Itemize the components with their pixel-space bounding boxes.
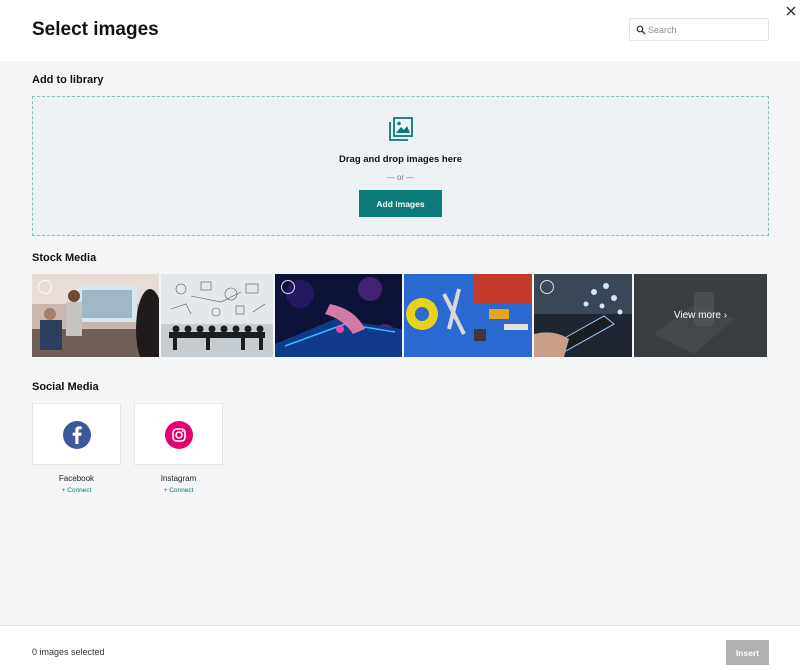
facebook-label: Facebook: [58, 474, 95, 483]
instagram-icon: [165, 421, 193, 449]
facebook-icon: [63, 421, 91, 449]
library-section-title: Add to library: [32, 74, 104, 86]
tools-photo: [404, 274, 532, 357]
insert-button[interactable]: Insert: [726, 640, 769, 665]
search-icon: [636, 25, 646, 35]
search-box[interactable]: [629, 18, 769, 41]
stock-image-tools[interactable]: [404, 274, 532, 357]
or-separator: — or —: [386, 173, 415, 182]
stock-image-meeting[interactable]: [32, 274, 159, 357]
instagram-connect-link[interactable]: + Connect: [134, 487, 223, 494]
footer: 0 images selected Insert: [0, 625, 800, 670]
stock-image-digital[interactable]: [275, 274, 402, 357]
stock-section-title: Stock Media: [32, 252, 97, 264]
instagram-label: Instagram: [160, 474, 197, 483]
search-input[interactable]: [648, 21, 766, 38]
page-title: Select images: [32, 19, 159, 40]
view-more-tile[interactable]: View more ›: [634, 274, 767, 357]
header: Select images: [0, 0, 800, 61]
drop-instructions: Drag and drop images here: [338, 154, 462, 165]
social-section-title: Social Media: [32, 381, 99, 393]
select-circle[interactable]: [540, 280, 554, 294]
add-images-button[interactable]: Add images: [359, 190, 442, 217]
select-circle[interactable]: [281, 280, 295, 294]
selected-count: 0 images selected: [32, 647, 105, 657]
facebook-card[interactable]: [32, 403, 121, 465]
close-icon[interactable]: [784, 4, 798, 18]
stock-image-sketch[interactable]: [161, 274, 273, 357]
stock-image-phone[interactable]: [534, 274, 632, 357]
select-circle[interactable]: [38, 280, 52, 294]
instagram-card[interactable]: [134, 403, 223, 465]
dropzone[interactable]: Drag and drop images here — or — Add ima…: [32, 96, 769, 236]
view-more-label: View more ›: [673, 310, 728, 321]
images-icon: [389, 117, 413, 141]
sketch-photo: [161, 274, 273, 357]
facebook-connect-link[interactable]: + Connect: [32, 487, 121, 494]
